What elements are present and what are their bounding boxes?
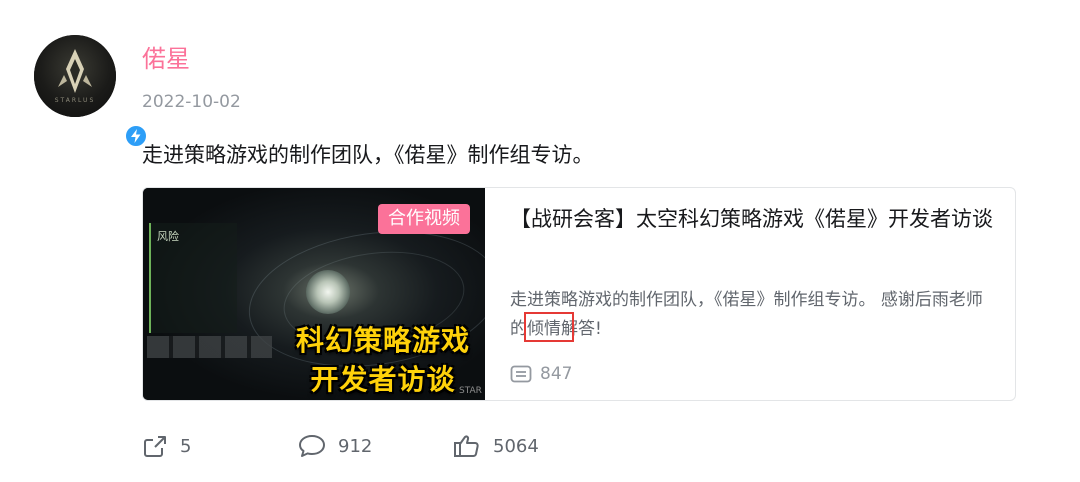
like-count: 5064 bbox=[493, 435, 539, 457]
post-date: 2022-10-02 bbox=[142, 92, 241, 112]
share-count: 5 bbox=[180, 435, 192, 457]
starlus-logo-icon bbox=[58, 49, 92, 93]
danmaku-icon bbox=[510, 365, 532, 383]
thumbnail-planet bbox=[306, 270, 350, 314]
thumbnail-side-label: 风险 bbox=[157, 230, 179, 243]
thumbs-up-icon bbox=[454, 435, 479, 457]
video-comment-count: 847 bbox=[540, 364, 573, 384]
thumbnail-unit-bar bbox=[147, 336, 272, 358]
highlight-box bbox=[524, 312, 574, 342]
comment-button[interactable]: 912 bbox=[298, 431, 372, 461]
video-thumbnail[interactable]: 风险 合作视频 科幻策略游戏 开发者访谈 STAR bbox=[143, 188, 485, 400]
avatar-caption: STARLUS bbox=[54, 97, 96, 104]
thumbnail-caption-line2: 开发者访谈 bbox=[310, 363, 456, 396]
post-text: 走进策略游戏的制作团队，《偌星》制作组专访。 bbox=[142, 143, 594, 167]
like-button[interactable]: 5064 bbox=[453, 431, 539, 461]
video-title[interactable]: 【战研会客】太空科幻策略游戏《偌星》开发者访谈 bbox=[510, 204, 1000, 234]
thumbnail-caption-line1: 科幻策略游戏 bbox=[295, 324, 470, 357]
author-name[interactable]: 偌星 bbox=[142, 43, 190, 75]
comment-count: 912 bbox=[338, 435, 373, 457]
share-button[interactable]: 5 bbox=[142, 431, 191, 461]
coop-video-badge: 合作视频 bbox=[378, 204, 470, 234]
video-description: 走进策略游戏的制作团队，《偌星》制作组专访。 感谢后雨老师的倾情解答! bbox=[510, 290, 983, 339]
video-card[interactable]: 风险 合作视频 科幻策略游戏 开发者访谈 STAR 【战研会客】太空科幻策略游戏… bbox=[142, 187, 1016, 401]
comment-icon bbox=[299, 435, 325, 457]
dynamic-post: STARLUS 偌星 2022-10-02 走进策略游戏的制作团队，《偌星》制作… bbox=[0, 0, 1080, 482]
author-avatar[interactable]: STARLUS bbox=[34, 35, 149, 149]
thumbnail-mark: STAR bbox=[459, 386, 482, 396]
video-comment-stat: 847 bbox=[510, 361, 572, 387]
share-icon bbox=[144, 436, 166, 457]
